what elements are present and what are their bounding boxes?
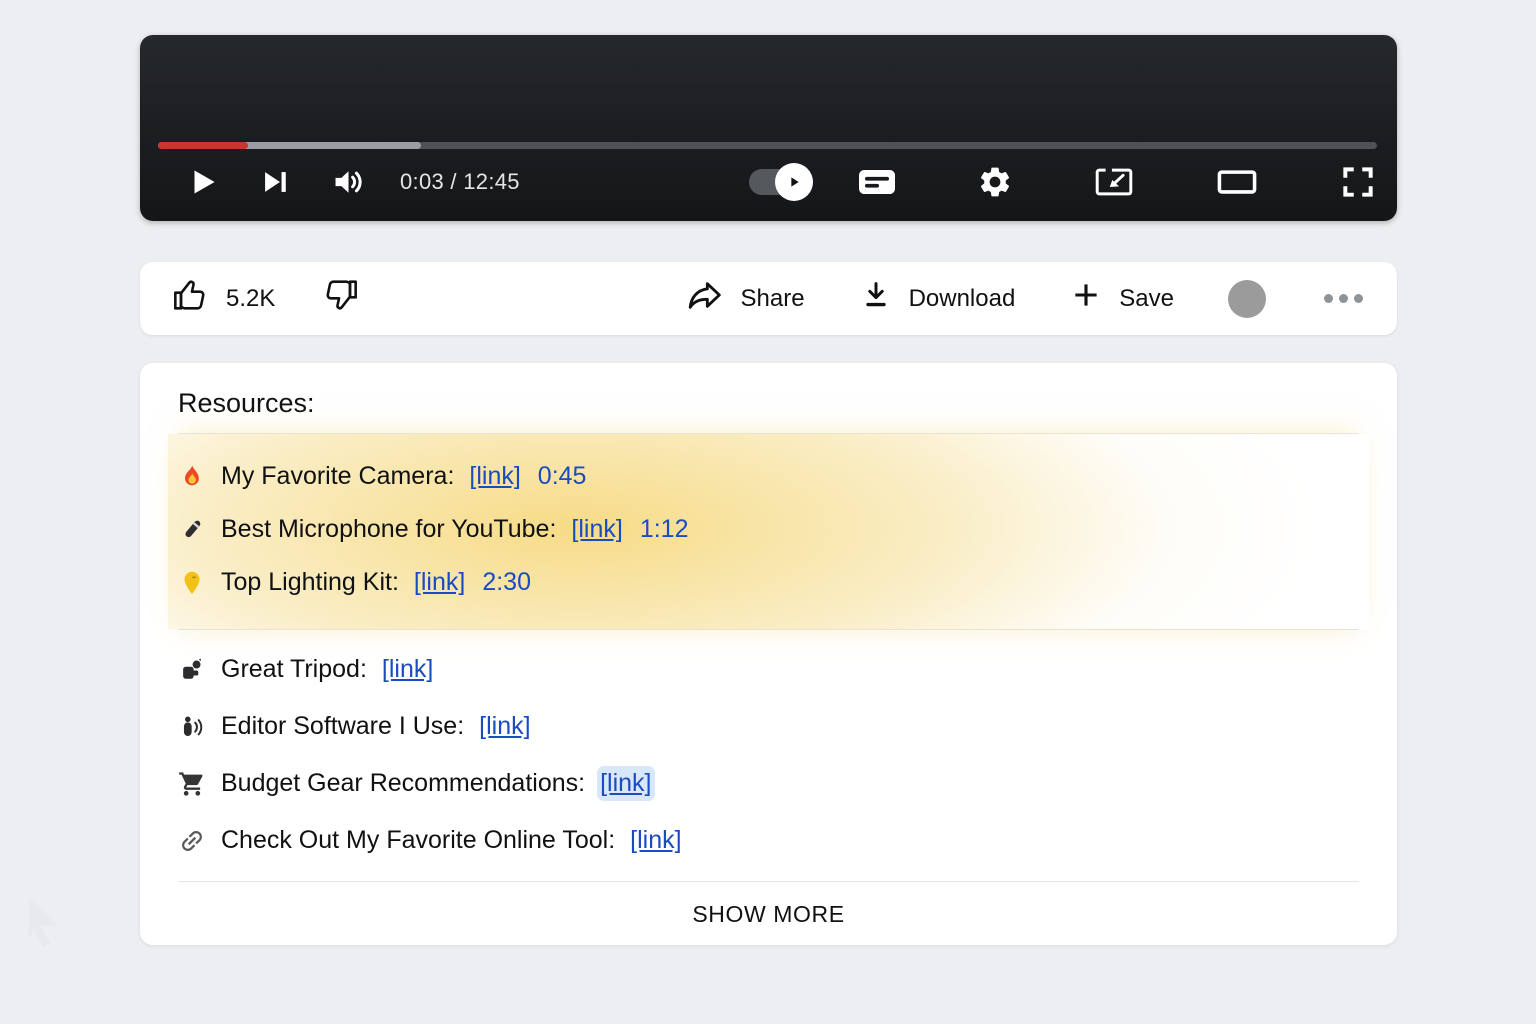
fullscreen-button[interactable] bbox=[1339, 163, 1377, 201]
play-icon bbox=[184, 164, 220, 200]
resource-link[interactable]: [link] bbox=[630, 826, 681, 855]
cart-icon bbox=[178, 770, 206, 798]
editor-speaker-icon bbox=[178, 713, 206, 741]
resource-label: Top Lighting Kit: bbox=[221, 568, 399, 597]
description-panel: Resources: My Favorite Camera: [link] 0:… bbox=[140, 363, 1397, 945]
volume-button[interactable] bbox=[330, 163, 368, 201]
autoplay-toggle[interactable] bbox=[749, 169, 807, 195]
resource-link[interactable]: [link] bbox=[600, 769, 651, 798]
resource-link[interactable]: [link] bbox=[382, 655, 433, 684]
share-button[interactable]: Share bbox=[685, 275, 805, 322]
show-more-button[interactable]: SHOW MORE bbox=[692, 901, 844, 928]
save-label: Save bbox=[1119, 285, 1174, 313]
dislike-button[interactable] bbox=[321, 275, 361, 322]
resources-list: Great Tripod: [link] Editor Software I U… bbox=[178, 630, 1359, 881]
theater-mode-icon bbox=[1215, 165, 1259, 199]
save-button[interactable]: Save bbox=[1069, 278, 1174, 319]
time-display: 0:03 / 12:45 bbox=[400, 169, 520, 195]
video-action-bar: 5.2K Share Download Save bbox=[140, 262, 1397, 335]
theater-mode-button[interactable] bbox=[1215, 165, 1259, 199]
seek-bar-played bbox=[158, 142, 248, 149]
video-player: 0:03 / 12:45 bbox=[140, 35, 1397, 221]
captions-icon bbox=[857, 166, 897, 198]
share-arrow-icon bbox=[685, 275, 725, 322]
resource-label: Editor Software I Use: bbox=[221, 712, 464, 741]
timestamp-link[interactable]: 0:45 bbox=[538, 462, 587, 491]
resources-heading: Resources: bbox=[178, 387, 1359, 419]
link-chain-icon bbox=[178, 827, 206, 855]
microphone-icon bbox=[178, 516, 206, 544]
resource-item: Great Tripod: [link] bbox=[178, 641, 1359, 698]
resource-link[interactable]: [link] bbox=[479, 712, 530, 741]
mouse-cursor bbox=[20, 893, 72, 963]
resource-link[interactable]: [link] bbox=[414, 568, 465, 597]
more-dots-icon bbox=[1324, 294, 1333, 303]
plus-icon bbox=[1069, 278, 1103, 319]
play-button[interactable] bbox=[184, 164, 220, 200]
resource-link[interactable]: [link] bbox=[469, 462, 520, 491]
settings-button[interactable] bbox=[977, 164, 1013, 200]
resource-label: My Favorite Camera: bbox=[221, 462, 454, 491]
player-controls: 0:03 / 12:45 bbox=[158, 151, 1377, 213]
miniplayer-icon bbox=[1093, 165, 1135, 199]
resource-label: Budget Gear Recommendations: bbox=[221, 769, 585, 798]
like-count: 5.2K bbox=[226, 285, 275, 313]
volume-icon bbox=[330, 163, 368, 201]
tripod-icon bbox=[178, 656, 206, 684]
resource-label: Check Out My Favorite Online Tool: bbox=[221, 826, 615, 855]
next-icon bbox=[258, 165, 292, 199]
fullscreen-icon bbox=[1339, 163, 1377, 201]
pin-icon bbox=[178, 569, 206, 597]
seek-bar[interactable] bbox=[158, 142, 1377, 149]
settings-gear-icon bbox=[977, 164, 1013, 200]
resource-item: Best Microphone for YouTube: [link] 1:12 bbox=[168, 503, 1369, 556]
fire-icon bbox=[178, 463, 206, 491]
thumbs-down-icon bbox=[321, 275, 361, 322]
miniplayer-button[interactable] bbox=[1093, 165, 1135, 199]
download-icon bbox=[859, 278, 893, 319]
share-label: Share bbox=[741, 285, 805, 313]
resource-item: My Favorite Camera: [link] 0:45 bbox=[168, 450, 1369, 503]
resource-item: Budget Gear Recommendations: [link] bbox=[178, 755, 1359, 812]
autoplay-knob-play-icon bbox=[775, 163, 813, 201]
thumbs-up-icon bbox=[170, 275, 210, 322]
resource-label: Best Microphone for YouTube: bbox=[221, 515, 556, 544]
timestamp-link[interactable]: 2:30 bbox=[482, 568, 531, 597]
next-button[interactable] bbox=[258, 165, 292, 199]
download-button[interactable]: Download bbox=[859, 278, 1016, 319]
captions-button[interactable] bbox=[857, 166, 897, 198]
resource-item: Check Out My Favorite Online Tool: [link… bbox=[178, 812, 1359, 869]
resource-link[interactable]: [link] bbox=[571, 515, 622, 544]
avatar[interactable] bbox=[1228, 280, 1266, 318]
resource-item: Top Lighting Kit: [link] 2:30 bbox=[168, 556, 1369, 609]
resource-item: Editor Software I Use: [link] bbox=[178, 698, 1359, 755]
like-button[interactable]: 5.2K bbox=[170, 275, 275, 322]
more-options-button[interactable] bbox=[1320, 290, 1367, 307]
highlighted-resources-section: My Favorite Camera: [link] 0:45 Best Mic… bbox=[168, 434, 1369, 629]
resource-label: Great Tripod: bbox=[221, 655, 367, 684]
timestamp-link[interactable]: 1:12 bbox=[640, 515, 689, 544]
download-label: Download bbox=[909, 285, 1016, 313]
